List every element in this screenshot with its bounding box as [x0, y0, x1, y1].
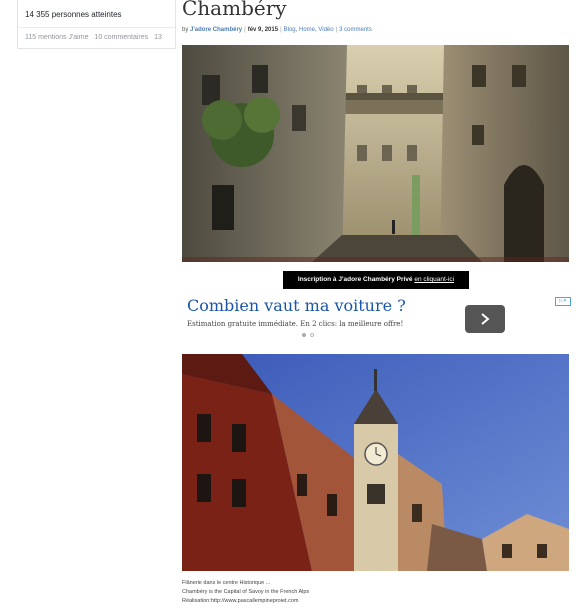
ad-next-button[interactable] [465, 305, 505, 333]
category-link-home[interactable]: Home [299, 27, 315, 33]
likes-link[interactable]: 115 mentions J'aime [25, 34, 88, 41]
byline-by: by [182, 27, 189, 33]
divider [18, 27, 175, 28]
reach-count: 14 355 personnes atteintes [25, 10, 122, 19]
post-date: fév 9, 2015 [247, 27, 279, 33]
caption-line-2: Chambéry is the Capital of Savoy in the … [182, 589, 310, 595]
ad-pagination [302, 333, 314, 337]
ad-dot-2[interactable] [310, 333, 314, 337]
video-caption: Flânerie dans le centre Historique ... C… [182, 579, 309, 606]
promo-banner: Inscription à J'adore Chambéry Privé en … [283, 271, 469, 289]
chevron-right-icon [481, 313, 490, 325]
facebook-stats-card: 14 355 personnes atteintes 115 mentions … [17, 0, 176, 49]
promo-link[interactable]: en cliquant-ici [414, 276, 454, 283]
clock-tower-photo[interactable] [182, 354, 569, 571]
caption-line-1: Flânerie dans le centre Historique ... [182, 580, 271, 586]
ad-dot-1[interactable] [302, 333, 306, 337]
ad-title[interactable]: Combien vaut ma voiture ? [187, 296, 406, 315]
street-photo[interactable] [182, 45, 569, 262]
article-byline: by J'adore Chambéry | fév 9, 2015 | Blog, Ho… [182, 27, 372, 33]
ad-subtitle: Estimation gratuite immédiate. En 2 clic… [187, 320, 404, 328]
caption-line-3: Réalisation:http://www.pascallempineproi… [182, 598, 299, 604]
promo-text: Inscription à J'adore Chambéry Privé [297, 276, 413, 283]
shares-link[interactable]: 13 [154, 34, 162, 41]
author-link[interactable]: J'adore Chambéry [190, 27, 242, 33]
article-title: Chambéry [182, 0, 287, 20]
comments-link[interactable]: 3 comments [339, 27, 372, 33]
category-link-video[interactable]: Vidéo [318, 27, 333, 33]
engagement-row: 115 mentions J'aime 10 commentaires 13 [25, 34, 166, 41]
comments-link[interactable]: 10 commentaires [94, 34, 148, 41]
category-link-blog[interactable]: Blog [284, 27, 296, 33]
adchoices-icon[interactable]: ▷✕ [555, 297, 571, 306]
